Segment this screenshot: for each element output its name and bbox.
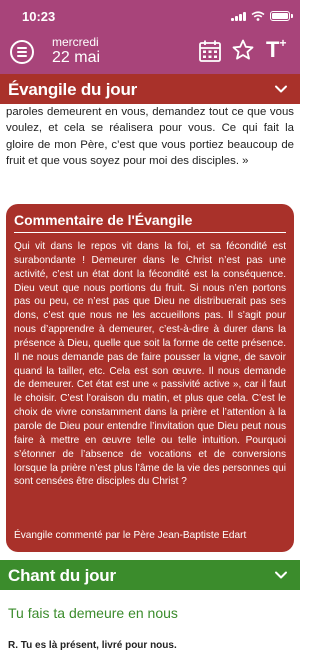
commentaire-divider xyxy=(14,232,286,233)
text-size-plus: + xyxy=(279,35,287,50)
status-time: 10:23 xyxy=(22,9,56,24)
calendar-icon[interactable] xyxy=(198,39,222,63)
chant-first-line: R. Tu es là présent, livré pour nous. xyxy=(8,640,177,650)
signal-icon xyxy=(231,11,246,21)
chant-section-header[interactable]: Chant du jour xyxy=(0,560,300,590)
status-bar: 10:23 xyxy=(0,0,300,32)
text-size-label: T xyxy=(266,37,280,62)
evangile-text: paroles demeurent en vous, demandez tout… xyxy=(6,106,294,168)
star-icon[interactable] xyxy=(231,38,255,62)
commentaire-author: Évangile commenté par le Père Jean-Bapti… xyxy=(14,530,247,541)
menu-icon xyxy=(17,47,27,49)
date-display: mercredi 22 mai xyxy=(52,35,101,67)
wifi-icon xyxy=(251,11,265,21)
app-header: mercredi 22 mai T+ xyxy=(0,32,300,74)
chevron-down-icon[interactable] xyxy=(274,82,288,96)
status-icons xyxy=(231,11,293,21)
chant-song-title: Tu fais ta demeure en nous xyxy=(8,605,178,621)
commentaire-text: Qui vit dans le repos vit dans la foi, e… xyxy=(14,241,286,488)
commentaire-card: Commentaire de l'Évangile Qui vit dans l… xyxy=(6,204,294,552)
commentaire-title: Commentaire de l'Évangile xyxy=(14,212,193,228)
chant-title: Chant du jour xyxy=(8,566,116,585)
battery-icon xyxy=(270,11,293,21)
chevron-down-icon[interactable] xyxy=(274,568,288,582)
date-day: 22 mai xyxy=(52,49,101,67)
date-weekday: mercredi xyxy=(52,35,99,49)
evangile-title: Évangile du jour xyxy=(8,80,138,99)
evangile-section-header[interactable]: Évangile du jour xyxy=(0,74,300,104)
menu-button[interactable] xyxy=(10,40,34,64)
text-size-button[interactable]: T+ xyxy=(266,35,287,63)
